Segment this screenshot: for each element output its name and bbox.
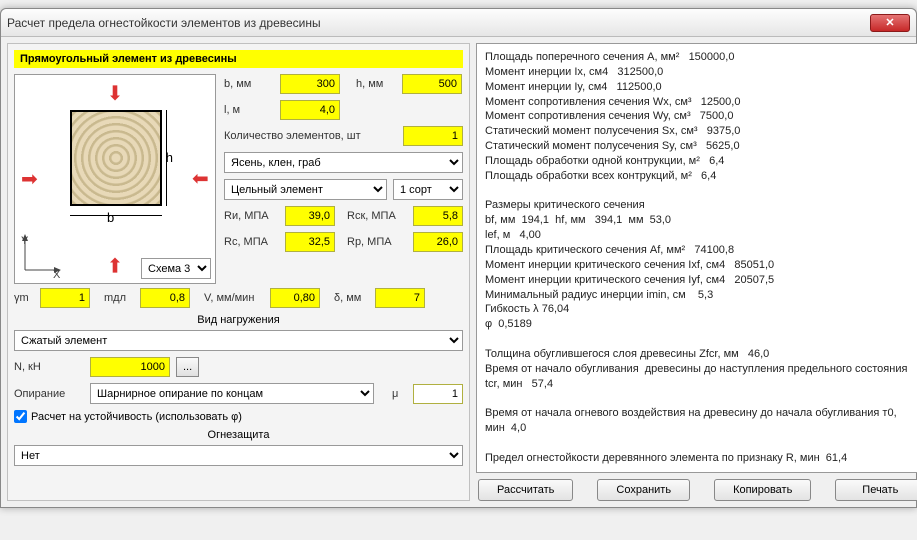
results-output[interactable]: Площадь поперечного сечения A, мм² 15000… xyxy=(476,43,917,473)
rsk-input[interactable] xyxy=(413,206,463,226)
input-panel: Прямоугольный элемент из древесины ⬇ ⬇ ➡… xyxy=(7,43,470,501)
v-label: V, мм/мин xyxy=(204,292,264,304)
wood-species-select[interactable]: Ясень, клен, граб xyxy=(224,152,463,173)
app-window: Расчет предела огнестойкости элементов и… xyxy=(0,8,917,508)
mdl-input[interactable] xyxy=(140,288,190,308)
support-label: Опирание xyxy=(14,388,74,400)
arrow-down-icon: ⬇ xyxy=(107,252,124,277)
cross-section-diagram: ⬇ ⬇ ➡ ➡ h b YX Схема 3 xyxy=(14,74,216,284)
l-label: l, м xyxy=(224,104,274,116)
qty-input[interactable] xyxy=(403,126,463,146)
dim-h-label: h xyxy=(166,150,173,165)
grade-select[interactable]: 1 сорт xyxy=(393,179,463,200)
copy-button[interactable]: Копировать xyxy=(714,479,811,501)
b-label: b, мм xyxy=(224,78,274,90)
rp-input[interactable] xyxy=(413,232,463,252)
h-label: h, мм xyxy=(356,78,396,90)
calculate-button[interactable]: Рассчитать xyxy=(478,479,573,501)
v-input[interactable] xyxy=(270,288,320,308)
b-input[interactable] xyxy=(280,74,340,94)
window-title: Расчет предела огнестойкости элементов и… xyxy=(7,16,321,30)
arrow-right-icon: ➡ xyxy=(192,167,209,192)
n-more-button[interactable]: ... xyxy=(176,357,199,377)
gm-label: γm xyxy=(14,292,34,304)
element-type-select[interactable]: Цельный элемент xyxy=(224,179,387,200)
axes-icon: YX xyxy=(19,234,61,279)
dim-b-label: b xyxy=(107,210,114,225)
delta-input[interactable] xyxy=(375,288,425,308)
fire-header: Огнезащита xyxy=(14,429,463,441)
l-input[interactable] xyxy=(280,100,340,120)
ri-label: Rи, МПА xyxy=(224,210,279,222)
n-label: N, кН xyxy=(14,361,54,373)
fire-protection-select[interactable]: Нет xyxy=(14,445,463,466)
mu-input[interactable] xyxy=(413,384,463,404)
mu-label: μ xyxy=(392,388,407,400)
arrow-down-icon: ⬇ xyxy=(107,81,124,106)
stability-label: Расчет на устойчивость (использовать φ) xyxy=(31,411,242,423)
load-type-select[interactable]: Сжатый элемент xyxy=(14,330,463,351)
wood-section xyxy=(70,110,162,206)
delta-label: δ, мм xyxy=(334,292,369,304)
titlebar: Расчет предела огнестойкости элементов и… xyxy=(1,9,916,37)
gm-input[interactable] xyxy=(40,288,90,308)
print-button[interactable]: Печать xyxy=(835,479,917,501)
n-input[interactable] xyxy=(90,357,170,377)
close-icon: ✕ xyxy=(885,16,894,29)
support-select[interactable]: Шарнирное опирание по концам xyxy=(90,383,374,404)
h-input[interactable] xyxy=(402,74,462,94)
mdl-label: mдл xyxy=(104,292,134,304)
ri-input[interactable] xyxy=(285,206,335,226)
scheme-select[interactable]: Схема 3 xyxy=(141,258,211,279)
qty-label: Количество элементов, шт xyxy=(224,130,397,142)
close-button[interactable]: ✕ xyxy=(870,14,910,32)
arrow-right-icon: ➡ xyxy=(21,167,38,192)
section-rect-wood: Прямоугольный элемент из древесины xyxy=(14,50,463,68)
stability-checkbox[interactable] xyxy=(14,410,27,423)
rc-input[interactable] xyxy=(285,232,335,252)
load-header: Вид нагружения xyxy=(14,314,463,326)
save-button[interactable]: Сохранить xyxy=(597,479,690,501)
rc-label: Rс, МПА xyxy=(224,236,279,248)
rp-label: Rр, МПА xyxy=(347,236,407,248)
rsk-label: Rск, МПА xyxy=(347,210,407,222)
